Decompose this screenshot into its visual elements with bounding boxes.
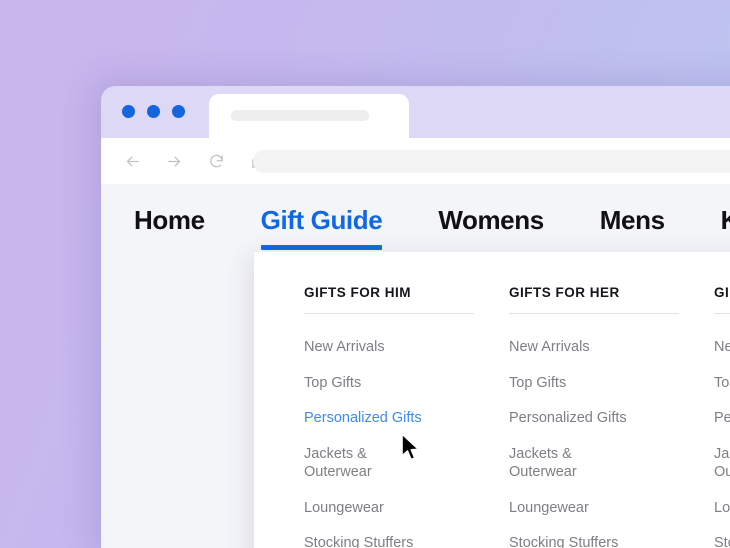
nav-item-kids[interactable]: Kids [721,184,730,256]
menu-link-loungewear[interactable]: Loungewear [509,499,641,518]
menu-column-divider [509,313,679,314]
menu-link-top-gifts[interactable]: Top Gifts [509,374,641,393]
nav-item-label: Home [134,204,205,235]
page-viewport: Home Gift Guide Womens Mens Kids GIFTS F… [101,184,730,548]
window-minimize-dot[interactable] [147,105,160,118]
reload-icon[interactable] [200,145,232,177]
menu-link-loungewear[interactable]: Loungewear [304,499,436,518]
menu-link-list: New Arrivals Top Gifts Personalized Gift… [304,338,509,548]
nav-item-label: Mens [599,204,665,235]
nav-item-mens[interactable]: Mens [600,184,665,256]
menu-link-new-arrivals[interactable]: New Arrivals [714,338,730,357]
menu-column-title: GIFTS FOR HER [509,285,620,300]
browser-window: Home Gift Guide Womens Mens Kids GIFTS F… [101,86,730,548]
nav-item-label: Womens [438,204,544,235]
address-bar[interactable] [253,150,730,173]
nav-item-gift-guide[interactable]: Gift Guide [260,184,383,256]
menu-link-top-gifts[interactable]: Top Gifts [304,374,436,393]
forward-arrow-icon[interactable] [158,145,190,177]
menu-link-list: New Arrivals Top Gifts Personalized Gift… [714,338,730,548]
toolbar-nav-buttons [116,138,274,184]
menu-link-stocking-stuffers[interactable]: Stocking Stuffers [509,534,641,548]
menu-link-stocking-stuffers[interactable]: Stocking Stuffers [714,534,730,548]
menu-column-gifts-for-him: GIFTS FOR HIM New Arrivals Top Gifts Per… [304,285,509,548]
menu-column-divider [304,313,474,314]
menu-link-top-gifts[interactable]: Top Gifts [714,374,730,393]
window-controls[interactable] [122,105,185,118]
nav-item-label: Kids [721,205,730,236]
menu-link-stocking-stuffers[interactable]: Stocking Stuffers [304,534,436,548]
menu-link-personalized-gifts[interactable]: Personalized Gifts [509,409,641,428]
menu-column-title: GIFTS FOR KIDS [714,285,730,300]
menu-column-divider [714,313,730,314]
menu-link-new-arrivals[interactable]: New Arrivals [509,338,641,357]
menu-column-title: GIFTS FOR HIM [304,285,411,300]
window-close-dot[interactable] [122,105,135,118]
nav-item-home[interactable]: Home [134,184,205,256]
mega-menu-dropdown: GIFTS FOR HIM New Arrivals Top Gifts Per… [254,252,730,548]
menu-link-new-arrivals[interactable]: New Arrivals [304,338,436,357]
back-arrow-icon[interactable] [116,145,148,177]
nav-item-womens[interactable]: Womens [438,184,544,256]
browser-toolbar [101,138,730,184]
menu-link-loungewear[interactable]: Loungewear [714,499,730,518]
menu-link-personalized-gifts[interactable]: Personalized Gifts [714,409,730,428]
browser-tab-strip [101,86,730,138]
tab-title-placeholder [231,110,369,121]
menu-link-list: New Arrivals Top Gifts Personalized Gift… [509,338,714,548]
menu-link-jackets-outerwear[interactable]: Jackets & Outerwear [509,445,641,482]
site-navigation: Home Gift Guide Womens Mens Kids [101,184,730,256]
nav-item-label: Gift Guide [260,204,383,235]
menu-link-jackets-outerwear[interactable]: Jackets & Outerwear [304,445,436,482]
menu-column-gifts-for-kids: GIFTS FOR KIDS New Arrivals Top Gifts Pe… [714,285,730,548]
browser-tab-active[interactable] [209,94,409,138]
menu-link-personalized-gifts[interactable]: Personalized Gifts [304,409,436,428]
menu-link-jackets-outerwear[interactable]: Jackets & Outerwear [714,445,730,482]
menu-column-gifts-for-her: GIFTS FOR HER New Arrivals Top Gifts Per… [509,285,714,548]
window-maximize-dot[interactable] [172,105,185,118]
